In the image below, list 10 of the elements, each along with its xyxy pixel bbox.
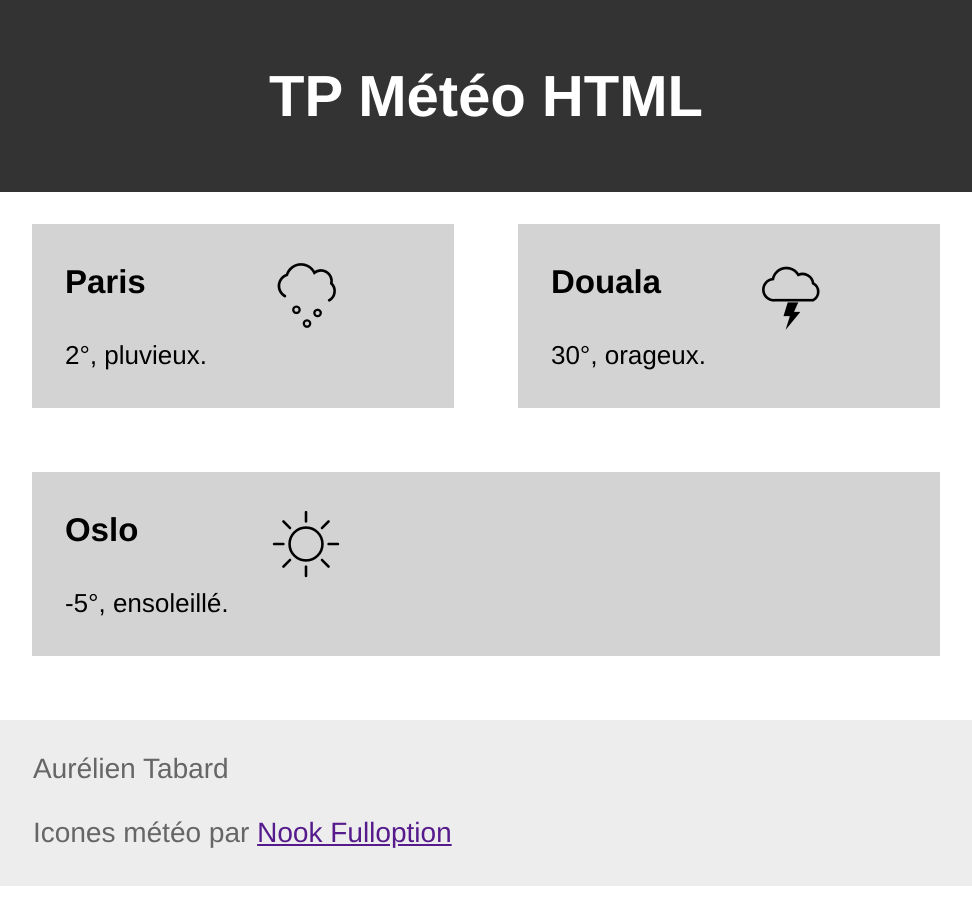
weather-summary: 30°, orageux. bbox=[551, 340, 707, 371]
city-name: Paris bbox=[65, 262, 147, 302]
icon-credit: Icones météo par Nook Fulloption bbox=[33, 816, 453, 850]
city-name: Oslo bbox=[65, 510, 140, 550]
author-name: Aurélien Tabard bbox=[33, 752, 230, 786]
credit-link[interactable]: Nook Fulloption bbox=[257, 817, 452, 848]
weather-summary: -5°, ensoleillé. bbox=[65, 588, 230, 619]
page-title: TP Météo HTML bbox=[269, 62, 703, 130]
city-name: Douala bbox=[551, 262, 662, 302]
weather-summary: 2°, pluvieux. bbox=[65, 340, 208, 371]
